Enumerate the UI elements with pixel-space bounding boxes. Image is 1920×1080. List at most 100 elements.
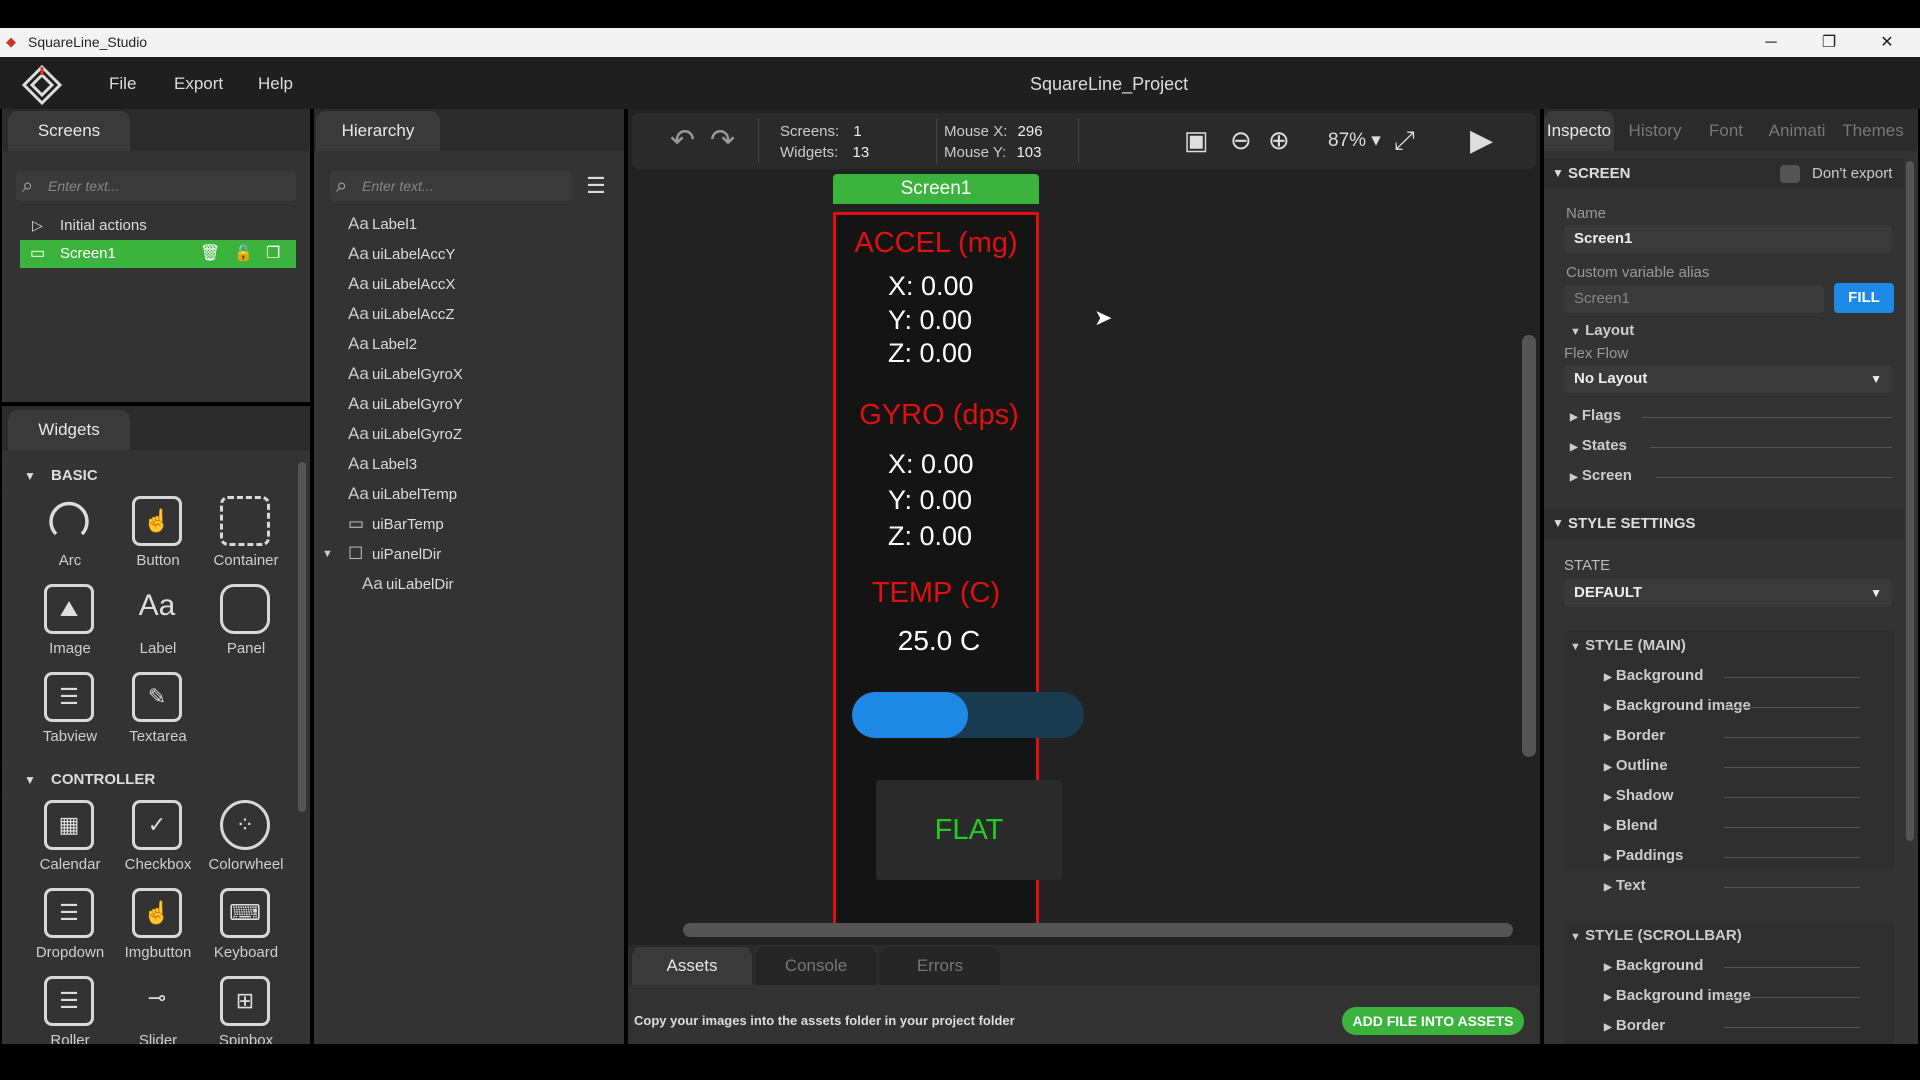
tab-errors[interactable]: Errors [880, 947, 1000, 985]
hierarchy-item[interactable]: Aa Label3 [348, 449, 417, 479]
temp-value[interactable]: 25.0 C [836, 625, 1042, 657]
screen-item-initial-actions[interactable]: ▷ Initial actions [20, 211, 296, 239]
tab-console[interactable]: Console [756, 947, 876, 985]
add-file-button[interactable]: ADD FILE INTO ASSETS [1342, 1007, 1524, 1035]
accel-x-label[interactable]: X: 0.00 [888, 271, 974, 302]
gyro-title[interactable]: GYRO (dps) [836, 399, 1042, 432]
screen-tab-screen1[interactable]: Screen1 [833, 174, 1039, 204]
hierarchy-item[interactable]: ▼ ☐ uiPanelDir [322, 539, 441, 569]
expand-toggle-icon[interactable]: ▼ [322, 539, 333, 569]
zoom-level[interactable]: 87% ▾ [1328, 129, 1381, 152]
tab-widgets[interactable]: Widgets [8, 410, 130, 450]
hierarchy-item[interactable]: Aa uiLabelDir [362, 569, 454, 599]
style-settings-header[interactable]: ▼ STYLE SETTINGS [1544, 509, 1904, 539]
tab-history[interactable]: History [1620, 111, 1690, 151]
hierarchy-item[interactable]: Aa uiLabelAccX [348, 269, 455, 299]
divider-line [1724, 857, 1860, 858]
gyro-z-label[interactable]: Z: 0.00 [888, 521, 972, 552]
direction-panel[interactable]: FLAT [876, 780, 1062, 880]
play-icon[interactable]: ▶ [1470, 123, 1493, 158]
hierarchy-list-icon[interactable]: ☰ [576, 171, 616, 201]
hierarchy-item[interactable]: ▭ uiBarTemp [348, 509, 444, 539]
menu-export[interactable]: Export [174, 74, 223, 94]
name-input[interactable]: Screen1 [1564, 225, 1892, 253]
dropdown-icon: ☰ [44, 888, 94, 938]
accel-title[interactable]: ACCEL (mg) [836, 227, 1036, 260]
direction-label[interactable]: FLAT [935, 814, 1004, 846]
tab-animation[interactable]: Animati [1762, 111, 1832, 151]
hierarchy-item[interactable]: Aa Label1 [348, 209, 417, 239]
zoom-in-icon[interactable]: ⊕ [1268, 125, 1290, 156]
menu-help[interactable]: Help [258, 74, 293, 94]
layout-header[interactable]: ▼ Layout [1570, 322, 1634, 339]
hierarchy-item[interactable]: Aa uiLabelAccY [348, 239, 455, 269]
controller-section-header[interactable]: ▼ CONTROLLER [6, 766, 296, 794]
hierarchy-item[interactable]: Aa uiLabelAccZ [348, 299, 455, 329]
restore-button[interactable]: ❐ [1806, 28, 1852, 57]
states-collapsible[interactable]: ▶ States [1570, 437, 1892, 455]
squareline-logo-icon[interactable] [22, 65, 62, 105]
style-collapsible[interactable]: ▶ Background image [1604, 987, 1864, 1013]
lock-icon[interactable]: 🔓 [234, 240, 253, 268]
hierarchy-item[interactable]: Aa uiLabelGyroY [348, 389, 463, 419]
canvas-horizontal-scrollbar[interactable] [683, 923, 1513, 937]
delete-icon[interactable]: 🗑 [200, 240, 220, 268]
gyro-y-label[interactable]: Y: 0.00 [888, 485, 972, 516]
zoom-out-icon[interactable]: ⊖ [1230, 125, 1252, 156]
device-screen[interactable]: ACCEL (mg) X: 0.00 Y: 0.00 Z: 0.00 GYRO … [833, 212, 1084, 930]
redo-icon[interactable]: ↷ [710, 123, 735, 158]
style-collapsible[interactable]: ▶ Background [1604, 667, 1864, 693]
gyro-x-label[interactable]: X: 0.00 [888, 449, 974, 480]
tab-screens[interactable]: Screens [8, 111, 130, 151]
screen-item-screen1[interactable]: ▭ Screen1 🗑 🔓 ❐ [20, 240, 296, 268]
style-collapsible[interactable]: ▶ Shadow [1604, 787, 1864, 813]
duplicate-icon[interactable]: ❐ [266, 240, 280, 268]
label-widget-icon: Aa [348, 244, 369, 263]
minimize-button[interactable]: ─ [1748, 28, 1794, 57]
screen-section-header[interactable]: ▼ SCREEN Don't export [1544, 159, 1904, 189]
style-main-header[interactable]: ▼ STYLE (MAIN) [1570, 637, 1686, 654]
tab-themes[interactable]: Themes [1838, 111, 1908, 151]
style-collapsible[interactable]: ▶ Background image [1604, 697, 1864, 723]
style-collapsible[interactable]: ▶ Text [1604, 877, 1864, 903]
fit-image-icon[interactable]: ▣ [1184, 125, 1209, 156]
tab-inspector[interactable]: Inspecto [1544, 111, 1614, 151]
screens-panel: Screens ⌕ Enter text... ▷ Initial actions… [2, 109, 310, 402]
undo-icon[interactable]: ↶ [670, 123, 695, 158]
screen-collapsible[interactable]: ▶ Screen [1570, 467, 1892, 485]
hierarchy-search-input[interactable]: ⌕ Enter text... [330, 171, 572, 201]
flags-collapsible[interactable]: ▶ Flags [1570, 407, 1892, 425]
flex-flow-select[interactable]: No Layout ▼ [1564, 365, 1892, 393]
tab-hierarchy[interactable]: Hierarchy [316, 111, 440, 151]
dont-export-checkbox[interactable] [1780, 165, 1800, 183]
style-collapsible[interactable]: ▶ Border [1604, 727, 1864, 753]
fill-button[interactable]: FILL [1834, 283, 1894, 313]
alias-input[interactable]: Screen1 [1564, 285, 1824, 313]
style-collapsible[interactable]: ▶ Paddings [1604, 847, 1864, 873]
screens-search-input[interactable]: ⌕ Enter text... [16, 171, 296, 201]
tab-font[interactable]: Font [1696, 111, 1756, 151]
widget-label: Imgbutton [124, 944, 192, 961]
state-select[interactable]: DEFAULT ▼ [1564, 579, 1892, 607]
accel-y-label[interactable]: Y: 0.00 [888, 305, 972, 336]
style-collapsible[interactable]: ▶ Border [1604, 1017, 1864, 1043]
temp-title[interactable]: TEMP (C) [836, 577, 1036, 610]
close-button[interactable]: ✕ [1864, 28, 1910, 57]
inspector-scrollbar[interactable] [1906, 161, 1914, 841]
hierarchy-item[interactable]: Aa Label2 [348, 329, 417, 359]
tab-assets[interactable]: Assets [632, 947, 752, 985]
canvas-vertical-scrollbar[interactable] [1522, 335, 1536, 757]
hierarchy-item[interactable]: Aa uiLabelGyroX [348, 359, 463, 389]
style-collapsible[interactable]: ▶ Blend [1604, 817, 1864, 843]
style-scrollbar-header[interactable]: ▼ STYLE (SCROLLBAR) [1570, 927, 1742, 944]
style-collapsible[interactable]: ▶ Background [1604, 957, 1864, 983]
hierarchy-item[interactable]: Aa uiLabelTemp [348, 479, 457, 509]
menu-file[interactable]: File [109, 74, 136, 94]
basic-section-header[interactable]: ▼ BASIC [6, 462, 296, 490]
style-collapsible[interactable]: ▶ Outline [1604, 757, 1864, 783]
accel-z-label[interactable]: Z: 0.00 [888, 338, 972, 369]
widgets-scrollbar[interactable] [298, 462, 306, 812]
temp-bar[interactable] [852, 692, 1084, 738]
hierarchy-item[interactable]: Aa uiLabelGyroZ [348, 419, 462, 449]
fullscreen-icon[interactable]: ⤢ [1394, 125, 1415, 157]
